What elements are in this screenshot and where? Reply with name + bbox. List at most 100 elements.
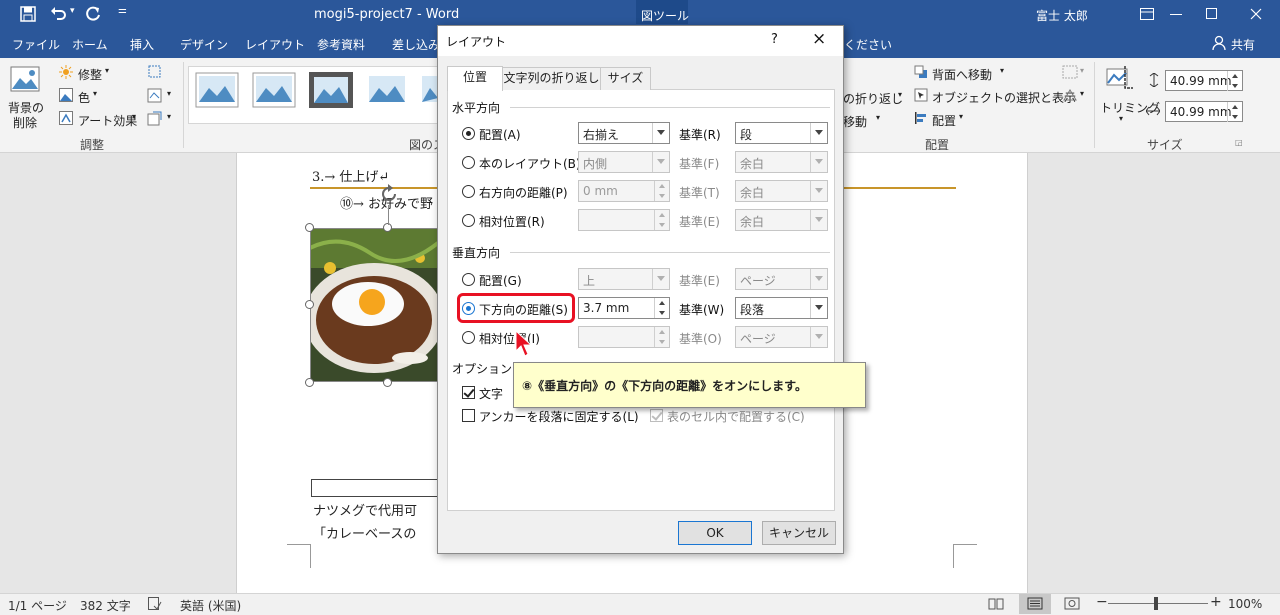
undo-icon[interactable] [49,5,67,23]
h-relative-base-select[interactable]: 余白 [735,209,828,231]
height-down-icon[interactable] [1227,81,1242,91]
remove-background-icon[interactable] [10,64,40,94]
width-up-icon[interactable] [1227,102,1242,112]
h-absolute-stepper[interactable]: 0 mm [578,180,670,202]
v-relative-base-select[interactable]: ページ [735,326,828,348]
v-relative-radio[interactable] [462,331,475,344]
color-dropdown-icon[interactable]: ▾ [93,89,97,98]
chevron-down-icon[interactable] [810,327,827,347]
resize-handle[interactable] [383,378,392,387]
move-with-text-checkbox[interactable] [462,386,475,399]
save-icon[interactable] [20,6,36,22]
chevron-down-icon[interactable] [810,152,827,172]
rotate-dropdown-icon[interactable]: ▾ [1080,89,1084,98]
share-button[interactable]: 共有 [1231,36,1255,53]
up-icon[interactable] [654,210,669,220]
group-objects-icon[interactable] [1062,65,1078,79]
chevron-down-icon[interactable] [810,123,827,143]
zoom-out-icon[interactable]: − [1096,594,1108,610]
book-layout-radio[interactable] [462,156,475,169]
v-absolute-base-select[interactable]: 段落 [735,297,828,319]
chevron-down-icon[interactable] [652,269,669,289]
lock-anchor-checkbox[interactable] [462,409,475,422]
move-with-text-button[interactable]: 移動 [843,113,867,130]
send-backward-dropdown-icon[interactable]: ▾ [1000,66,1004,75]
height-stepper[interactable]: 40.99 mm [1165,70,1243,91]
v-align-label[interactable]: 配置(G) [479,272,522,289]
picture-style-4[interactable] [365,72,409,108]
chevron-down-icon[interactable] [810,269,827,289]
width-stepper[interactable]: 40.99 mm [1165,101,1243,122]
v-absolute-stepper[interactable]: 3.7 mm [578,297,670,319]
chevron-down-icon[interactable] [652,152,669,172]
wrap-text-dropdown-icon[interactable]: ▾ [898,90,902,99]
chevron-down-icon[interactable] [810,298,827,318]
v-align-radio[interactable] [462,273,475,286]
up-icon[interactable] [654,181,669,191]
down-icon[interactable] [654,337,669,347]
nutmeg-text[interactable]: ナツメグで代用可 [313,500,417,519]
wrap-text-button[interactable]: の折り返し [843,90,903,107]
close-icon[interactable]: × [812,29,826,49]
h-align-select[interactable]: 右揃え [578,122,670,144]
minimize-icon[interactable] [1170,14,1182,16]
down-icon[interactable] [654,191,669,201]
rotate-icon[interactable] [1062,88,1078,102]
chevron-down-icon[interactable] [652,123,669,143]
redo-icon[interactable] [84,5,102,23]
align-dropdown-icon[interactable]: ▾ [959,112,963,121]
resize-handle[interactable] [305,223,314,232]
zoom-level[interactable]: 100% [1228,597,1262,611]
resize-handle[interactable] [305,378,314,387]
read-mode-icon[interactable] [988,597,1004,610]
tab-position[interactable]: 位置 [447,66,503,91]
down-icon[interactable] [654,308,669,318]
h-relative-label[interactable]: 相対位置(R) [479,213,545,230]
customize-qat-icon[interactable]: ⚌ [118,5,127,16]
chevron-down-icon[interactable] [810,210,827,230]
tab-text-wrapping[interactable]: 文字列の折り返し [502,67,601,90]
chevron-down-icon[interactable] [810,181,827,201]
corrections-button[interactable]: 修整 [78,66,102,83]
language-indicator[interactable]: 英語 (米国) [180,597,241,614]
v-align-select[interactable]: 上 [578,268,670,290]
remove-background-button-line2[interactable]: 削除 [13,114,37,131]
resize-handle[interactable] [305,300,314,309]
width-down-icon[interactable] [1227,112,1242,122]
up-icon[interactable] [654,327,669,337]
layout-in-cell-checkbox[interactable] [650,409,663,422]
h-absolute-label[interactable]: 右方向の距離(P) [479,184,568,201]
page-count[interactable]: 1/1 ページ [8,597,67,614]
h-relative-stepper[interactable] [578,209,670,231]
tab-layout[interactable]: レイアウト [245,36,305,53]
reset-picture-icon[interactable] [147,111,162,126]
selection-pane-button[interactable]: オブジェクトの選択と表示 [932,89,1076,106]
picture-style-5[interactable] [420,72,438,108]
book-layout-select[interactable]: 内側 [578,151,670,173]
h-align-base-select[interactable]: 段 [735,122,828,144]
picture-style-1[interactable] [195,72,239,108]
tab-size[interactable]: サイズ [600,67,651,90]
h-absolute-base-select[interactable]: 余白 [735,180,828,202]
send-backward-button[interactable]: 背面へ移動 [932,66,992,83]
color-button[interactable]: 色 [78,89,90,106]
layout-in-cell-label[interactable]: 表のセル内で配置する(C) [667,408,805,425]
tab-file[interactable]: ファイル [12,36,60,53]
curry-base-text[interactable]: 「カレーベースの [313,523,416,542]
h-relative-radio[interactable] [462,214,475,227]
align-button[interactable]: 配置 [932,112,956,129]
reset-picture-dropdown-icon[interactable]: ▾ [167,112,171,121]
zoom-in-icon[interactable]: + [1210,594,1222,610]
rotate-handle-icon[interactable] [378,183,400,205]
group-objects-dropdown-icon[interactable]: ▾ [1080,66,1084,75]
close-window-icon[interactable] [1250,8,1262,20]
book-layout-base-select[interactable]: 余白 [735,151,828,173]
word-count[interactable]: 382 文字 [80,597,131,614]
tab-design[interactable]: デザイン [180,36,228,53]
tell-me-text[interactable]: ください [844,36,892,53]
up-icon[interactable] [654,298,669,308]
cancel-button[interactable]: キャンセル [762,521,836,545]
proofing-icon[interactable] [148,597,162,610]
v-relative-stepper[interactable] [578,326,670,348]
art-effects-dropdown-icon[interactable]: ▾ [132,112,136,121]
